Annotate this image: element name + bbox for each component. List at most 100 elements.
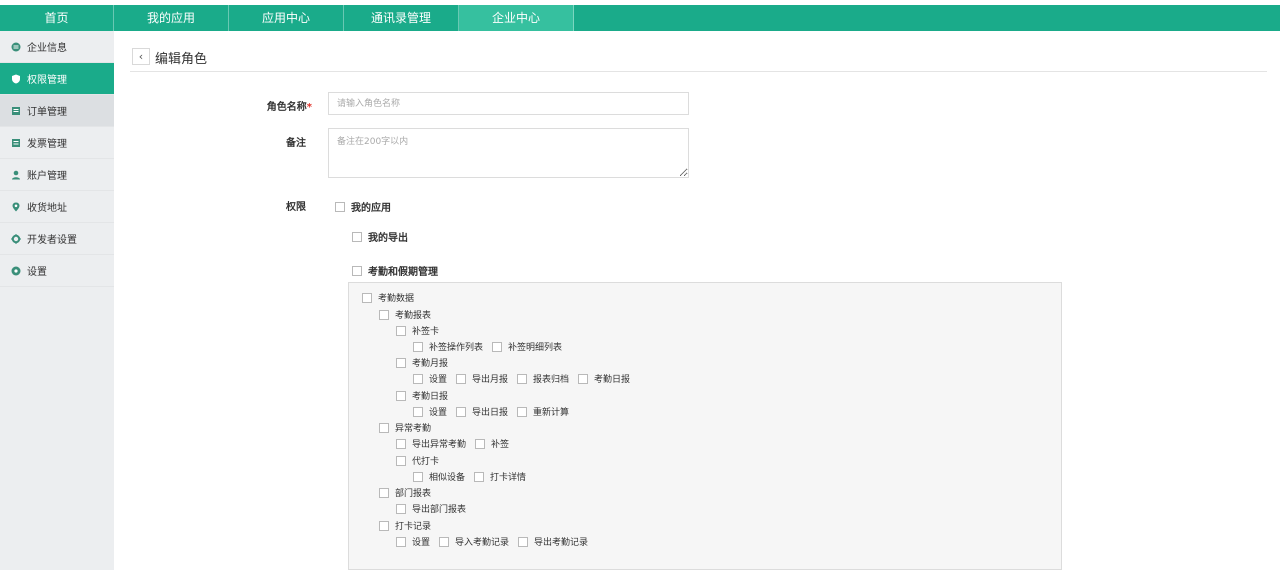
top-navigation: 首页 我的应用 应用中心 通讯录管理 企业中心 (0, 0, 1280, 37)
checkbox[interactable] (518, 536, 529, 547)
sidebar-item-developer[interactable]: 开发者设置 (0, 223, 114, 255)
nav-app-center[interactable]: 应用中心 (229, 5, 344, 31)
checkbox[interactable] (335, 201, 345, 212)
checkbox[interactable] (517, 373, 528, 384)
page-title: 编辑角色 (155, 52, 208, 67)
perm-daily-children: 设置 导出日报 重新计算 (413, 405, 578, 418)
perm-label: 设置 (412, 538, 431, 548)
perm-my-apps[interactable]: 我的应用 (335, 199, 400, 214)
back-button[interactable]: ‹ (132, 48, 150, 65)
perm-attendance-data[interactable]: 考勤数据 (362, 291, 423, 304)
page-header: ‹ 编辑角色 (130, 42, 1267, 72)
perm-label: 代打卡 (412, 457, 440, 467)
perm-abnormal-children: 导出异常考勤 补签 (396, 437, 518, 450)
checkbox[interactable] (396, 438, 406, 449)
sidebar-item-address[interactable]: 收货地址 (0, 191, 114, 223)
checkbox[interactable] (439, 536, 450, 547)
checkbox[interactable] (379, 487, 389, 498)
nav-home[interactable]: 首页 (0, 5, 114, 31)
perm-label: 考勤日报 (412, 392, 449, 402)
checkbox[interactable] (396, 390, 406, 401)
perm-attendance-report[interactable]: 考勤报表 (379, 308, 440, 321)
role-name-label-text: 角色名称 (266, 102, 307, 113)
sidebar-item-label: 账户管理 (27, 171, 67, 182)
perm-label: 设置 (429, 375, 448, 385)
nav-enterprise-center[interactable]: 企业中心 (459, 5, 574, 31)
remark-textarea[interactable] (328, 128, 689, 178)
perm-supplement-card[interactable]: 补签卡 (396, 324, 448, 337)
perm-abnormal[interactable]: 异常考勤 (379, 421, 440, 434)
permission-label: 权限 (286, 202, 306, 213)
perm-attendance-mgmt[interactable]: 考勤和假期管理 (352, 263, 447, 278)
sidebar-item-orders[interactable]: 订单管理 (0, 95, 114, 127)
perm-dept-report[interactable]: 部门报表 (379, 486, 440, 499)
perm-proxy-card[interactable]: 代打卡 (396, 454, 448, 467)
sidebar-item-label: 订单管理 (27, 107, 67, 118)
role-name-input[interactable] (328, 92, 689, 115)
perm-label: 设置 (429, 408, 448, 418)
checkbox[interactable] (413, 373, 423, 384)
sidebar-item-settings[interactable]: 设置 (0, 255, 114, 287)
perm-label: 考勤月报 (412, 359, 449, 369)
checkbox[interactable] (492, 341, 503, 352)
checkbox[interactable] (379, 520, 389, 531)
perm-label: 导出日报 (472, 408, 509, 418)
checkbox[interactable] (413, 471, 423, 482)
order-icon (11, 106, 21, 116)
checkbox[interactable] (396, 503, 406, 514)
checkbox[interactable] (475, 438, 486, 449)
checkbox[interactable] (517, 406, 528, 417)
perm-label: 打卡记录 (395, 522, 432, 532)
shield-icon (11, 74, 21, 84)
perm-dept-children: 导出部门报表 (396, 502, 475, 515)
perm-supplement-children: 补签操作列表 补签明细列表 (413, 340, 571, 353)
checkbox[interactable] (396, 357, 406, 368)
checkbox[interactable] (396, 455, 406, 466)
location-icon (11, 202, 21, 212)
sidebar: 企业信息 权限管理 订单管理 发票管理 账户管理 收货地址 开发者设置 设置 (0, 31, 114, 570)
perm-label: 补签明细列表 (508, 343, 563, 353)
sidebar-item-permissions[interactable]: 权限管理 (0, 63, 114, 95)
checkbox[interactable] (352, 265, 362, 276)
perm-label: 打卡详情 (490, 473, 527, 483)
nav-contacts[interactable]: 通讯录管理 (344, 5, 459, 31)
perm-label: 报表归档 (533, 375, 570, 385)
invoice-icon (11, 138, 21, 148)
checkbox[interactable] (474, 471, 485, 482)
sidebar-item-invoices[interactable]: 发票管理 (0, 127, 114, 159)
perm-my-export[interactable]: 我的导出 (352, 229, 417, 244)
checkbox[interactable] (413, 406, 423, 417)
perm-punch-record[interactable]: 打卡记录 (379, 519, 440, 532)
perm-label: 补签卡 (412, 327, 440, 337)
checkbox[interactable] (578, 373, 589, 384)
checkbox[interactable] (456, 406, 467, 417)
perm-label: 考勤和假期管理 (368, 267, 438, 278)
gear-icon (11, 233, 21, 244)
nav-my-apps[interactable]: 我的应用 (114, 5, 229, 31)
sidebar-item-company-info[interactable]: 企业信息 (0, 31, 114, 63)
settings-icon (11, 266, 21, 276)
sidebar-item-label: 设置 (27, 267, 47, 278)
perm-label: 我的导出 (368, 233, 408, 244)
perm-label: 导出月报 (472, 375, 509, 385)
sidebar-item-account[interactable]: 账户管理 (0, 159, 114, 191)
checkbox[interactable] (456, 373, 467, 384)
checkbox[interactable] (396, 536, 406, 547)
sidebar-item-label: 收货地址 (27, 203, 67, 214)
user-icon (11, 170, 21, 180)
perm-label: 异常考勤 (395, 424, 432, 434)
perm-label: 补签 (491, 440, 510, 450)
checkbox[interactable] (362, 292, 372, 303)
perm-daily-report[interactable]: 考勤日报 (396, 389, 457, 402)
checkbox[interactable] (379, 422, 389, 433)
perm-label: 重新计算 (533, 408, 570, 418)
checkbox[interactable] (396, 325, 406, 336)
permission-tree-panel (348, 282, 1062, 570)
checkbox[interactable] (413, 341, 423, 352)
perm-monthly-report[interactable]: 考勤月报 (396, 356, 457, 369)
sidebar-item-label: 开发者设置 (27, 235, 77, 246)
checkbox[interactable] (379, 309, 389, 320)
perm-proxy-children: 相似设备 打卡详情 (413, 470, 535, 483)
perm-label: 导出部门报表 (412, 505, 467, 515)
checkbox[interactable] (352, 231, 362, 242)
